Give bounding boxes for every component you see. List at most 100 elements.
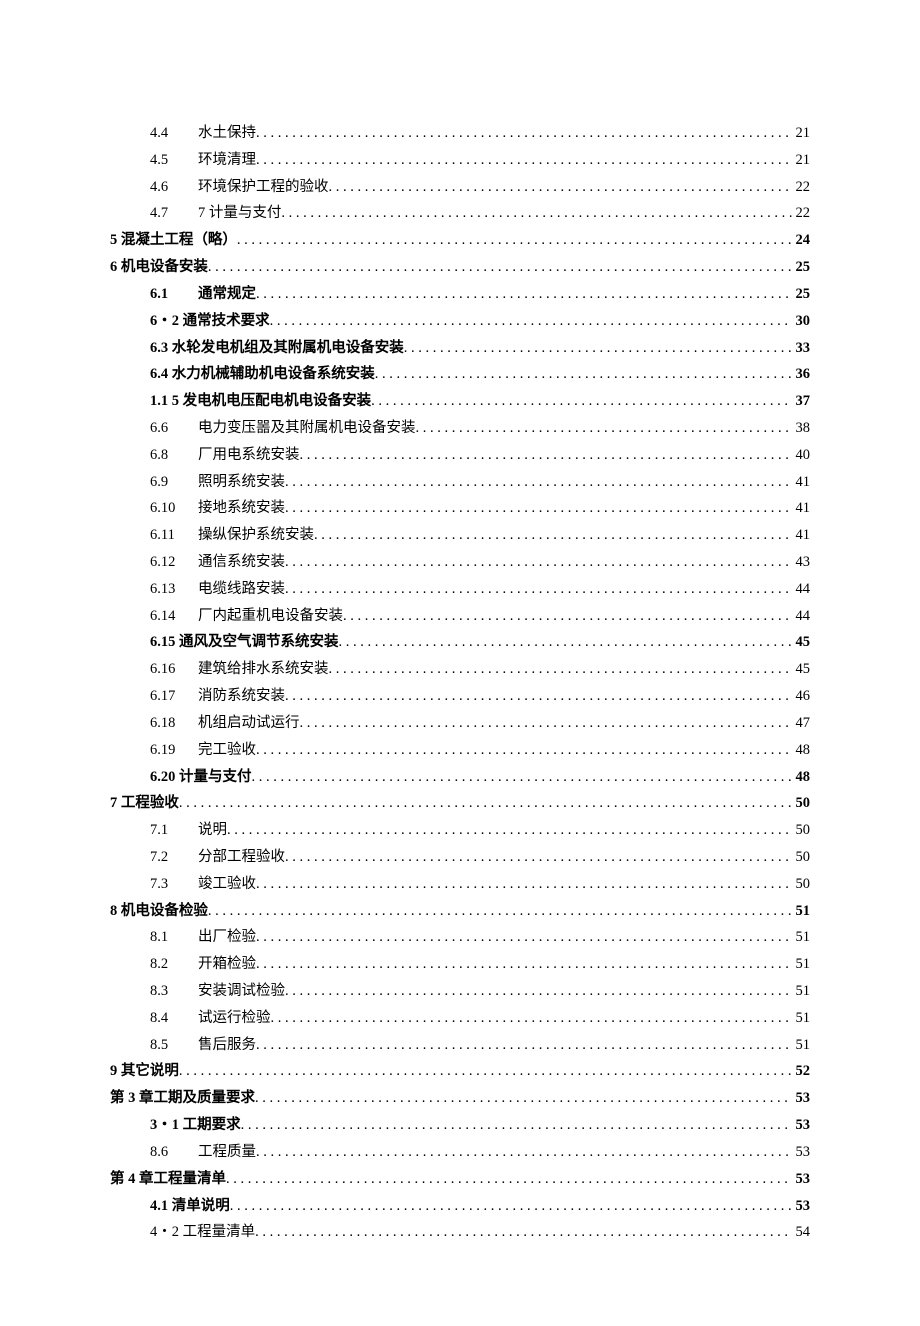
toc-entry-title: 接地系统安装 bbox=[198, 495, 285, 522]
toc-entry-title: 开箱检验 bbox=[198, 951, 256, 978]
toc-entry: 4.6环境保护工程的验收 22 bbox=[110, 174, 810, 201]
toc-leader-dots bbox=[256, 1139, 792, 1166]
toc-entry-page: 21 bbox=[792, 147, 811, 174]
toc-entry-number: 6.18 bbox=[150, 710, 198, 737]
toc-entry-number: 8.6 bbox=[150, 1139, 198, 1166]
toc-entry-page: 52 bbox=[792, 1058, 811, 1085]
toc-entry-number: 6.17 bbox=[150, 683, 198, 710]
toc-entry-number: 6.11 bbox=[150, 522, 198, 549]
toc-entry: 7.1说明50 bbox=[110, 817, 810, 844]
toc-entry-title: 6 机电设备安装 bbox=[110, 254, 208, 281]
toc-entry-number: 6.12 bbox=[150, 549, 198, 576]
toc-entry-title: 完工验收 bbox=[198, 737, 256, 764]
toc-entry-title: 通信系统安装 bbox=[198, 549, 285, 576]
toc-entry-title: 环境清理 bbox=[198, 147, 256, 174]
toc-entry-number: 6.8 bbox=[150, 442, 198, 469]
toc-entry-title: 7 工程验收 bbox=[110, 790, 179, 817]
toc-entry: 第 4 章工程量清单53 bbox=[110, 1166, 810, 1193]
toc-entry: 6・2 通常技术要求30 bbox=[110, 308, 810, 335]
toc-leader-dots bbox=[271, 1005, 792, 1032]
toc-entry: 3・1 工期要求53 bbox=[110, 1112, 810, 1139]
toc-entry-number: 4.5 bbox=[150, 147, 198, 174]
toc-leader-dots bbox=[404, 335, 792, 362]
toc-leader-dots bbox=[255, 1085, 792, 1112]
toc-entry: 6.18机组启动试运行47 bbox=[110, 710, 810, 737]
toc-entry: 4.5环境清理 21 bbox=[110, 147, 810, 174]
toc-entry: 6.10接地系统安装41 bbox=[110, 495, 810, 522]
toc-entry-page: 54 bbox=[792, 1219, 811, 1246]
toc-entry-title: 4.1 清单说明 bbox=[150, 1193, 230, 1220]
toc-entry-number: 6.14 bbox=[150, 603, 198, 630]
toc-leader-dots bbox=[255, 1219, 791, 1246]
toc-entry: 6.4 水力机械辅助机电设备系统安装 36 bbox=[110, 361, 810, 388]
toc-entry-page: 50 bbox=[792, 817, 811, 844]
toc-entry-page: 53 bbox=[792, 1166, 811, 1193]
toc-leader-dots bbox=[237, 227, 792, 254]
toc-leader-dots bbox=[285, 844, 792, 871]
toc-leader-dots bbox=[375, 361, 792, 388]
toc-leader-dots bbox=[339, 629, 792, 656]
toc-leader-dots bbox=[230, 1193, 792, 1220]
toc-entry-title: 6.20 计量与支付 bbox=[150, 764, 252, 791]
toc-entry-title: 出厂检验 bbox=[198, 924, 256, 951]
toc-entry-title: 竣工验收 bbox=[198, 871, 256, 898]
toc-entry-page: 47 bbox=[792, 710, 811, 737]
toc-entry: 4.77 计量与支付22 bbox=[110, 200, 810, 227]
toc-entry-page: 50 bbox=[792, 790, 811, 817]
toc-leader-dots bbox=[285, 576, 792, 603]
toc-entry-page: 48 bbox=[792, 737, 811, 764]
toc-entry-page: 22 bbox=[792, 200, 811, 227]
toc-entry: 6.13电缆线路安装44 bbox=[110, 576, 810, 603]
toc-entry-title: 建筑给排水系统安装 bbox=[198, 656, 329, 683]
toc-entry-page: 41 bbox=[792, 522, 811, 549]
toc-leader-dots bbox=[256, 737, 792, 764]
toc-entry-title: 厂用电系统安装 bbox=[198, 442, 300, 469]
toc-entry-title: 分部工程验收 bbox=[198, 844, 285, 871]
toc-leader-dots bbox=[285, 549, 792, 576]
toc-entry-page: 48 bbox=[792, 764, 811, 791]
toc-entry-title: 环境保护工程的验收 bbox=[198, 174, 329, 201]
toc-entry: 8 机电设备检验51 bbox=[110, 898, 810, 925]
toc-entry-page: 36 bbox=[792, 361, 811, 388]
toc-entry-number: 4.6 bbox=[150, 174, 198, 201]
toc-entry-title: 6.15 通风及空气调节系统安装 bbox=[150, 629, 339, 656]
toc-entry-title: 厂内起重机电设备安装 bbox=[198, 603, 343, 630]
toc-entry-title: 6.4 水力机械辅助机电设备系统安装 bbox=[150, 361, 375, 388]
toc-entry: 4.1 清单说明 53 bbox=[110, 1193, 810, 1220]
toc-entry-title: 4・2 工程量清单 bbox=[150, 1219, 255, 1246]
toc-entry-title: 3・1 工期要求 bbox=[150, 1112, 241, 1139]
toc-leader-dots bbox=[208, 898, 792, 925]
toc-entry-page: 51 bbox=[792, 951, 811, 978]
toc-entry: 5 混凝土工程（略）24 bbox=[110, 227, 810, 254]
toc-entry-page: 45 bbox=[792, 629, 811, 656]
toc-entry-page: 53 bbox=[792, 1193, 811, 1220]
toc-entry-title: 9 其它说明 bbox=[110, 1058, 179, 1085]
toc-entry-title: 1.1 5 发电机电压配电机电设备安装 bbox=[150, 388, 371, 415]
toc-leader-dots bbox=[256, 871, 792, 898]
toc-entry-page: 50 bbox=[792, 844, 811, 871]
toc-entry: 6.19完工验收48 bbox=[110, 737, 810, 764]
toc-leader-dots bbox=[416, 415, 792, 442]
toc-entry: 6.15 通风及空气调节系统安装 45 bbox=[110, 629, 810, 656]
toc-entry-number: 8.4 bbox=[150, 1005, 198, 1032]
toc-leader-dots bbox=[226, 1166, 792, 1193]
toc-entry-page: 22 bbox=[792, 174, 811, 201]
toc-entry: 8.4试运行检验51 bbox=[110, 1005, 810, 1032]
toc-leader-dots bbox=[208, 254, 792, 281]
toc-entry-title: 通常规定 bbox=[198, 281, 256, 308]
toc-entry-title: 5 混凝土工程（略） bbox=[110, 227, 237, 254]
toc-entry: 6.1通常规定25 bbox=[110, 281, 810, 308]
toc-entry-number: 8.1 bbox=[150, 924, 198, 951]
toc-entry: 6.8厂用电系统安装40 bbox=[110, 442, 810, 469]
toc-entry-page: 53 bbox=[792, 1139, 811, 1166]
toc-entry-page: 41 bbox=[792, 469, 811, 496]
toc-entry-title: 消防系统安装 bbox=[198, 683, 285, 710]
toc-entry-page: 38 bbox=[792, 415, 811, 442]
toc-leader-dots bbox=[285, 978, 792, 1005]
toc-entry-page: 51 bbox=[792, 924, 811, 951]
toc-leader-dots bbox=[300, 710, 792, 737]
toc-entry-page: 30 bbox=[792, 308, 811, 335]
toc-entry: 8.6工程质量53 bbox=[110, 1139, 810, 1166]
toc-entry-page: 51 bbox=[792, 1032, 811, 1059]
toc-entry: 6.11操纵保护系统安装41 bbox=[110, 522, 810, 549]
